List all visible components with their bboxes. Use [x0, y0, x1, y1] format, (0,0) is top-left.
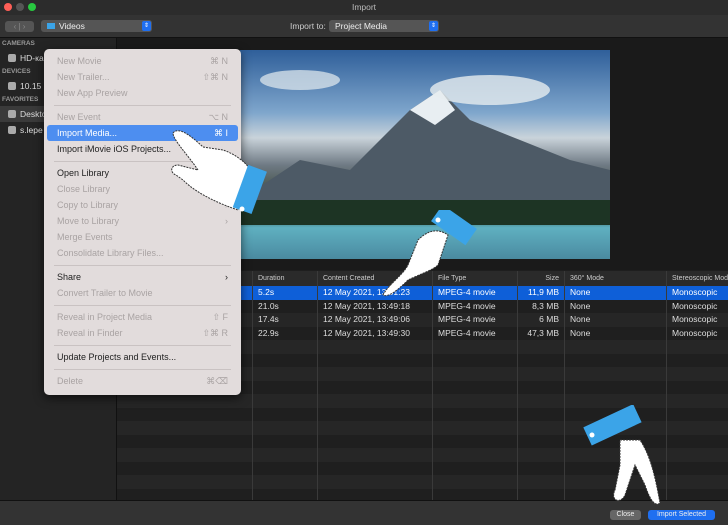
menu-item[interactable]: Merge Events — [47, 229, 238, 245]
table-cell: 12 May 2021, 13:49:18 — [318, 299, 433, 313]
menu-item[interactable]: New Trailer... ⇧⌘ N — [47, 69, 238, 85]
toolbar: ‹ | › Videos ⇕ Import to: Project Media ⇕ — [0, 15, 728, 38]
table-cell: 17.4s — [253, 313, 318, 327]
table-cell: 12 May 2021, 13:49:30 — [318, 326, 433, 340]
column-header[interactable]: Stereoscopic Mode — [667, 271, 728, 286]
table-cell: None — [565, 286, 667, 300]
menu-shortcut: ⇧⌘ N — [202, 72, 228, 82]
menu-item[interactable]: Consolidate Library Files... — [47, 245, 238, 261]
pointing-hand-icon — [171, 130, 267, 215]
file-menu: New Movie ⌘ N New Trailer... ⇧⌘ N New App Pr… — [44, 49, 241, 395]
menu-separator — [54, 304, 231, 306]
import-to-popup[interactable]: Project Media ⇕ — [329, 20, 439, 32]
table-cell: Monoscopic — [672, 300, 718, 311]
menu-shortcut: › — [225, 272, 228, 282]
table-cell: 6 MB — [518, 313, 565, 327]
table-cell: None — [565, 299, 667, 313]
minimize-window-button[interactable] — [16, 3, 24, 11]
table-cell: None — [565, 326, 667, 340]
table-cell: 22.9s — [253, 326, 318, 340]
menu-separator — [54, 264, 231, 266]
import-selected-button[interactable]: Import Selected — [648, 510, 715, 520]
table-cell: MPEG-4 movie — [433, 313, 518, 327]
import-to-label: Import to: — [290, 21, 326, 31]
column-header[interactable]: Size — [518, 271, 565, 286]
table-cell: 5.2s — [253, 286, 318, 300]
folder-icon — [47, 23, 55, 29]
table-cell: Monoscopic — [672, 287, 718, 297]
menu-item[interactable]: Convert Trailer to Movie — [47, 285, 238, 301]
menu-shortcut: ⌥ N — [208, 112, 228, 122]
table-cell: Monoscopic — [672, 314, 718, 324]
close-button[interactable]: Close — [610, 510, 641, 520]
back-forward-buttons[interactable]: ‹ | › — [5, 21, 34, 32]
menu-separator — [54, 344, 231, 346]
pointing-hand-icon — [382, 210, 477, 297]
menu-separator — [54, 368, 231, 370]
table-cell: 8,3 MB — [518, 299, 565, 313]
menu-item[interactable]: Reveal in Finder ⇧⌘ R — [47, 325, 238, 341]
close-window-button[interactable] — [4, 3, 12, 11]
menu-item[interactable]: Share › — [47, 269, 238, 285]
title-bar: Import — [0, 0, 728, 15]
stepper-icon: ⇕ — [142, 21, 151, 31]
desktop-icon — [8, 110, 16, 118]
column-header[interactable]: 360° Mode — [565, 271, 667, 286]
menu-item[interactable]: Update Projects and Events... — [47, 349, 238, 365]
menu-shortcut: ⌘ N — [210, 56, 228, 66]
window-title: Import — [351, 2, 377, 12]
column-header[interactable]: Duration — [253, 271, 318, 286]
source-popup[interactable]: Videos ⇕ — [41, 20, 152, 32]
zoom-window-button[interactable] — [28, 3, 36, 11]
pointing-hand-icon — [583, 405, 661, 505]
stepper-icon: ⇕ — [429, 21, 438, 31]
table-cell: MPEG-4 movie — [433, 299, 518, 313]
menu-item[interactable]: New Movie ⌘ N — [47, 53, 238, 69]
table-cell: MPEG-4 movie — [433, 326, 518, 340]
table-cell: None — [565, 313, 667, 327]
disk-icon — [8, 82, 16, 90]
table-cell: Monoscopic — [672, 327, 718, 338]
menu-item[interactable]: New App Preview — [47, 85, 238, 101]
menu-shortcut: ⇧ F — [212, 312, 228, 322]
home-icon — [8, 126, 16, 134]
menu-item[interactable]: New Event ⌥ N — [47, 109, 238, 125]
table-cell: 47,3 MB — [518, 326, 565, 340]
menu-shortcut: ⇧⌘ R — [202, 328, 228, 338]
table-cell: 11,9 MB — [518, 286, 565, 300]
camera-icon — [8, 54, 16, 62]
menu-separator — [54, 104, 231, 106]
menu-shortcut: ⌘⌫ — [206, 376, 228, 386]
table-cell: 21.0s — [253, 299, 318, 313]
table-cell: 12 May 2021, 13:49:06 — [318, 313, 433, 327]
menu-item[interactable]: Reveal in Project Media ⇧ F — [47, 309, 238, 325]
menu-item[interactable]: Delete ⌘⌫ — [47, 373, 238, 389]
